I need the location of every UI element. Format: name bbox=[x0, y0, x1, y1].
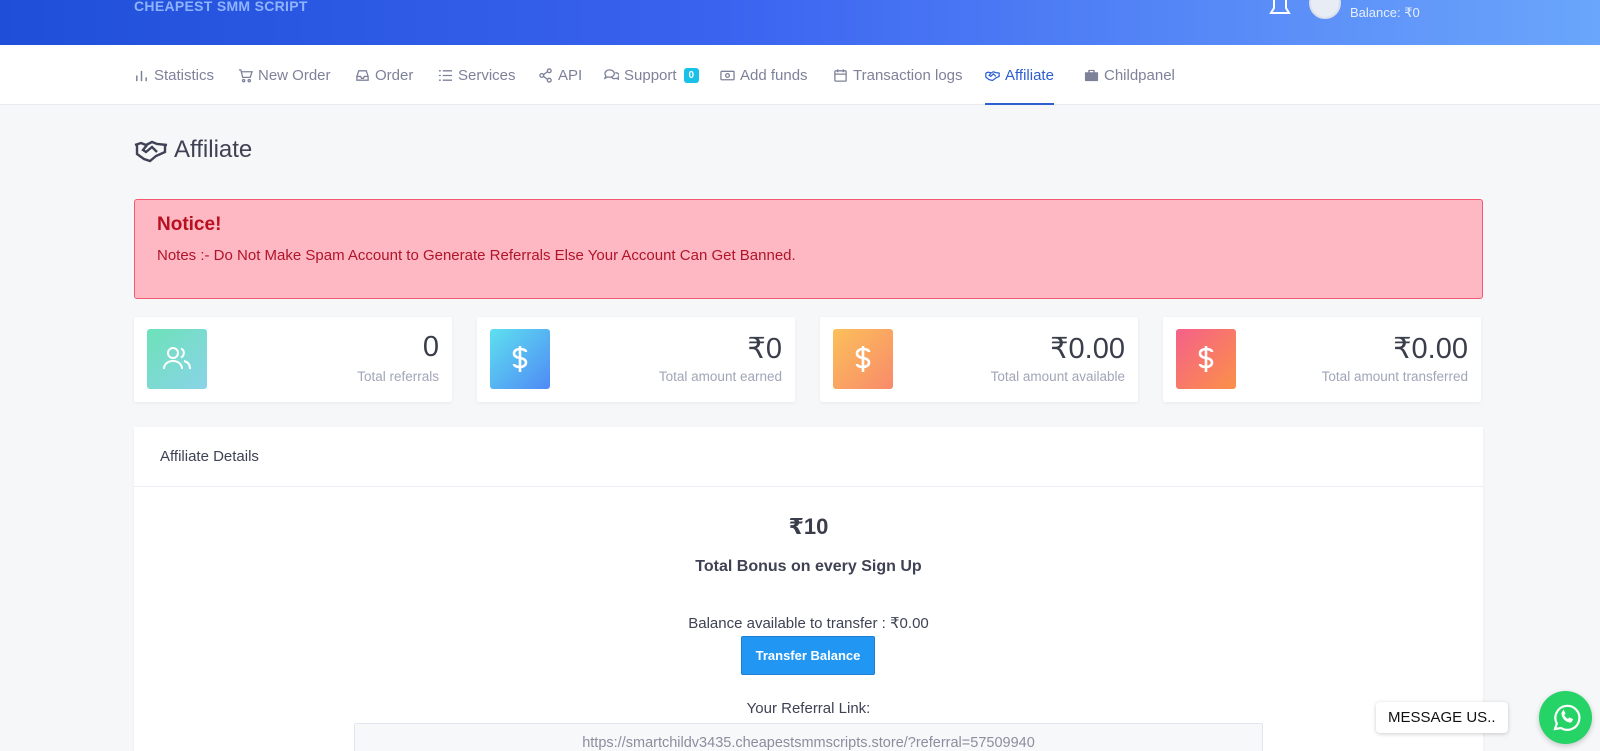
transfer-balance-button[interactable]: Transfer Balance bbox=[741, 636, 875, 675]
support-count-badge: 0 bbox=[683, 67, 700, 83]
card-header: Affiliate Details bbox=[134, 427, 1483, 487]
stat-label: Total amount transferred bbox=[1321, 369, 1468, 384]
list-icon bbox=[438, 69, 453, 81]
cart-icon bbox=[238, 68, 253, 82]
referral-link-input[interactable] bbox=[354, 723, 1263, 751]
nav-label: Affiliate bbox=[1005, 66, 1054, 84]
bell-icon[interactable] bbox=[1268, 0, 1292, 18]
nav-label: New Order bbox=[258, 66, 331, 84]
balance-text: Balance: ₹0 bbox=[1350, 5, 1420, 20]
stat-card-referrals: 0 Total referrals bbox=[134, 317, 452, 402]
stat-value: 0 bbox=[422, 331, 439, 363]
page-title-text: Affiliate bbox=[174, 136, 253, 163]
top-header: CHEAPEST SMM SCRIPT Balance: ₹0 bbox=[0, 0, 1600, 45]
nav-item-add-funds[interactable]: Add funds bbox=[720, 45, 808, 105]
bonus-amount: ₹10 bbox=[788, 514, 829, 539]
stat-card-transferred: ₹0.00 Total amount transferred bbox=[1163, 317, 1481, 402]
users-icon bbox=[147, 329, 207, 389]
chat-icon bbox=[604, 68, 619, 80]
notice-title: Notice! bbox=[157, 214, 222, 235]
bonus-text: Total Bonus on every Sign Up bbox=[695, 558, 922, 575]
dollar-icon bbox=[833, 329, 893, 389]
nav-label: Order bbox=[375, 66, 414, 84]
notice-text: Notes :- Do Not Make Spam Account to Gen… bbox=[157, 247, 796, 264]
nav-item-api[interactable]: API bbox=[538, 45, 582, 105]
notice-alert: Notice! Notes :- Do Not Make Spam Accoun… bbox=[134, 199, 1483, 299]
stat-value: ₹0 bbox=[747, 333, 782, 365]
stat-label: Total amount earned bbox=[658, 369, 782, 384]
briefcase-icon bbox=[1084, 69, 1099, 81]
whatsapp-button[interactable] bbox=[1539, 691, 1592, 744]
dollar-icon bbox=[490, 329, 550, 389]
handshake-icon bbox=[985, 70, 1000, 81]
nav-item-transaction-logs[interactable]: Transaction logs bbox=[833, 45, 963, 105]
stat-label: Total referrals bbox=[357, 369, 439, 384]
nav-label: API bbox=[558, 66, 583, 84]
message-us-bubble[interactable]: MESSAGE US.. bbox=[1376, 702, 1508, 733]
nav-item-affiliate[interactable]: Affiliate bbox=[985, 45, 1054, 105]
nav-item-statistics[interactable]: Statistics bbox=[134, 45, 214, 105]
nav-label: Statistics bbox=[154, 66, 215, 84]
nav-label: Childpanel bbox=[1104, 66, 1175, 84]
affiliate-details-card: Affiliate Details ₹10 Total Bonus on eve… bbox=[134, 427, 1483, 751]
nav-item-order[interactable]: Order bbox=[355, 45, 413, 105]
brand-logo[interactable]: CHEAPEST SMM SCRIPT bbox=[134, 0, 308, 14]
money-icon bbox=[720, 70, 735, 80]
available-balance-text: Balance available to transfer : ₹0.00 bbox=[688, 615, 929, 632]
nav-label: Add funds bbox=[740, 66, 808, 84]
main-nav: Statistics New Order Order Services API … bbox=[0, 45, 1600, 105]
nav-item-new-order[interactable]: New Order bbox=[238, 45, 331, 105]
nav-item-support[interactable]: Support 0 bbox=[604, 45, 700, 105]
calendar-icon bbox=[834, 68, 847, 82]
inbox-icon bbox=[356, 69, 369, 81]
nav-label: Support bbox=[624, 66, 677, 84]
avatar[interactable] bbox=[1309, 0, 1341, 19]
stat-value: ₹0.00 bbox=[1393, 333, 1468, 365]
dollar-icon bbox=[1176, 329, 1236, 389]
nav-item-childpanel[interactable]: Childpanel bbox=[1084, 45, 1175, 105]
nav-item-services[interactable]: Services bbox=[438, 45, 516, 105]
nav-label: Transaction logs bbox=[853, 66, 963, 84]
share-icon bbox=[539, 67, 552, 83]
stat-value: ₹0.00 bbox=[1050, 333, 1125, 365]
referral-link-label: Your Referral Link: bbox=[746, 700, 871, 717]
stat-label: Total amount available bbox=[990, 369, 1125, 384]
page-title: Affiliate bbox=[134, 136, 252, 164]
stat-card-available: ₹0.00 Total amount available bbox=[820, 317, 1138, 402]
handshake-icon bbox=[134, 140, 168, 163]
bar-chart-icon bbox=[136, 70, 147, 81]
nav-label: Services bbox=[458, 66, 516, 84]
stat-card-earned: ₹0 Total amount earned bbox=[477, 317, 795, 402]
whatsapp-icon bbox=[1552, 704, 1580, 731]
